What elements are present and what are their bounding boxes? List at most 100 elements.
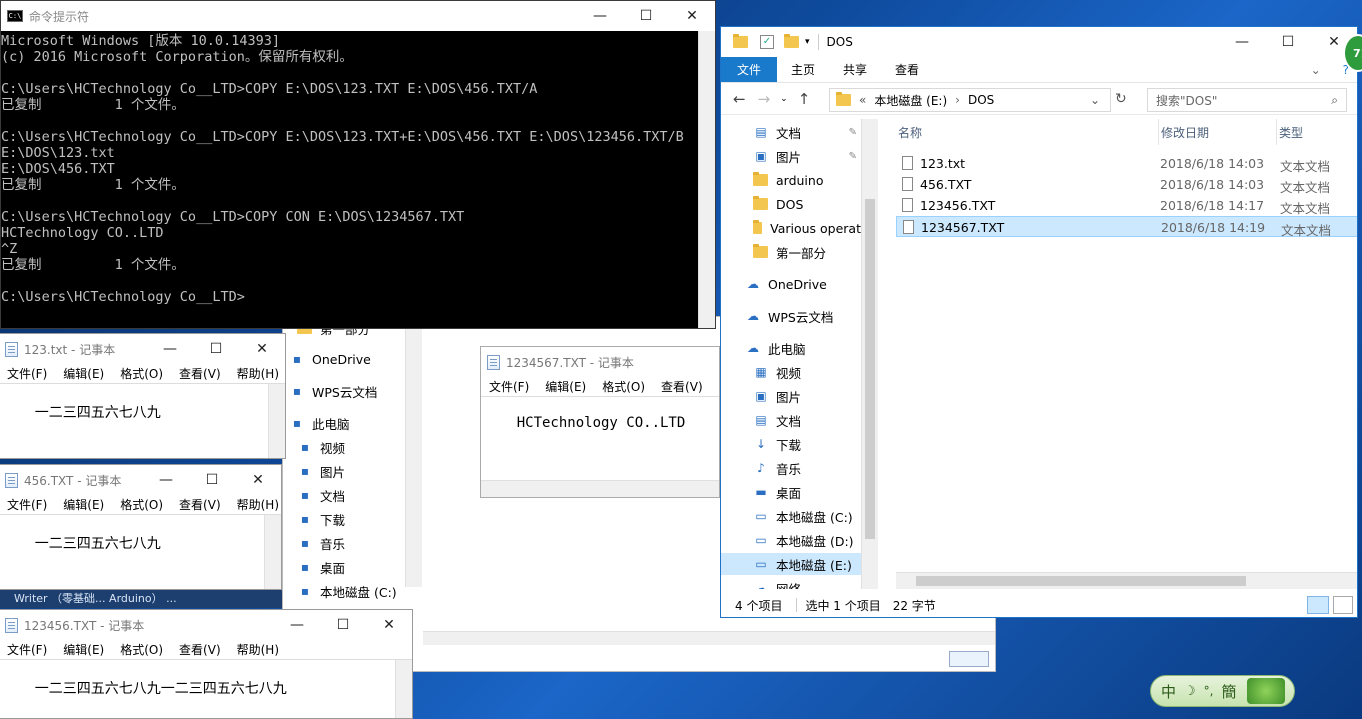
nav-item[interactable]: 第一部分: [721, 241, 861, 263]
nav-item[interactable]: Various operat: [721, 217, 861, 239]
maximize-button[interactable]: ☐: [623, 1, 669, 31]
large-icons-view-button[interactable]: [1333, 596, 1353, 614]
menu-file[interactable]: 文件(F): [0, 641, 55, 658]
title-bar[interactable]: 456.TXT - 记事本 — ☐ ✕: [0, 465, 281, 495]
breadcrumb-separator[interactable]: ›: [955, 93, 960, 107]
background-horizontal-scrollbar[interactable]: [423, 631, 995, 645]
vertical-scrollbar[interactable]: [264, 515, 281, 589]
nav-item[interactable]: ♪ 音乐: [721, 457, 861, 479]
background-view-toggle[interactable]: [949, 651, 989, 667]
file-row[interactable]: 123.txt 2018/6/18 14:03 文本文档: [896, 153, 1357, 174]
close-button[interactable]: ✕: [235, 465, 281, 495]
title-bar[interactable]: 1234567.TXT - 记事本: [481, 347, 719, 377]
input-method-bar[interactable]: 中 ☽ °, 簡: [1150, 675, 1295, 707]
properties-icon[interactable]: ✓: [760, 35, 774, 49]
back-arrow-icon[interactable]: ←: [733, 90, 746, 108]
text-area[interactable]: 一二三四五六七八九: [0, 384, 285, 458]
nav-item[interactable]: ▭ 本地磁盘 (C:): [721, 505, 861, 527]
menu-edit[interactable]: 编辑(E): [55, 365, 112, 382]
breadcrumb-drive[interactable]: 本地磁盘 (E:): [874, 92, 947, 109]
nav-item[interactable]: ▣ 图片: [721, 385, 861, 407]
column-name[interactable]: 名称: [898, 119, 1156, 145]
background-nav-item[interactable]: ▪ 音乐: [297, 532, 345, 554]
background-nav-item[interactable]: ▪ 本地磁盘 (C:): [297, 580, 397, 602]
address-bar[interactable]: « 本地磁盘 (E:) › DOS ⌄: [829, 88, 1111, 112]
nav-item[interactable]: ▤ 文档 ✎: [721, 121, 861, 143]
menu-edit[interactable]: 编辑(E): [537, 378, 594, 395]
close-button[interactable]: ✕: [366, 610, 412, 640]
text-area[interactable]: 一二三四五六七八九一二三四五六七八九: [0, 660, 412, 718]
tab-view[interactable]: 查看: [881, 57, 933, 82]
title-bar[interactable]: 123456.TXT - 记事本 — ☐ ✕: [0, 610, 412, 640]
vertical-scrollbar[interactable]: [698, 31, 715, 328]
file-row[interactable]: 1234567.TXT 2018/6/18 14:19 文本文档: [896, 216, 1357, 238]
ime-chinese-mode[interactable]: 中: [1161, 681, 1176, 702]
vertical-scrollbar[interactable]: [395, 660, 412, 718]
minimize-button[interactable]: —: [1219, 27, 1265, 57]
nav-item[interactable]: ▣ 图片 ✎: [721, 145, 861, 167]
menu-file[interactable]: 文件(F): [0, 496, 55, 513]
horizontal-scrollbar[interactable]: [481, 480, 719, 497]
minimize-button[interactable]: —: [577, 1, 623, 31]
ime-punctuation[interactable]: °,: [1204, 684, 1214, 698]
nav-item[interactable]: ☁ OneDrive: [721, 273, 861, 295]
menu-help[interactable]: 帮: [711, 378, 720, 395]
background-nav-item[interactable]: ▪ 此电脑: [289, 412, 350, 434]
menu-file[interactable]: 文件(F): [481, 378, 537, 395]
customize-toolbar-icon[interactable]: ▾: [805, 37, 810, 47]
menu-edit[interactable]: 编辑(E): [55, 496, 112, 513]
menu-view[interactable]: 查看(V): [171, 496, 229, 513]
maximize-button[interactable]: ☐: [1265, 27, 1311, 57]
forward-arrow-icon[interactable]: →: [758, 90, 771, 108]
navigation-scrollbar-thumb[interactable]: [865, 199, 875, 539]
menu-format[interactable]: 格式(O): [594, 378, 653, 395]
notepad-456-window[interactable]: 456.TXT - 记事本 — ☐ ✕ 文件(F) 编辑(E) 格式(O) 查看…: [0, 464, 282, 590]
ime-traditional[interactable]: 簡: [1222, 681, 1237, 702]
vertical-scrollbar[interactable]: [268, 384, 285, 458]
menu-edit[interactable]: 编辑(E): [55, 641, 112, 658]
nav-item[interactable]: ▤ 文档: [721, 409, 861, 431]
minimize-button[interactable]: —: [147, 334, 193, 364]
refresh-icon[interactable]: ↻: [1115, 91, 1127, 107]
tab-home[interactable]: 主页: [777, 57, 829, 82]
background-nav-item[interactable]: ▪ OneDrive: [289, 348, 371, 370]
address-dropdown-icon[interactable]: ⌄: [1090, 93, 1100, 107]
title-bar[interactable]: C:\ 命令提示符 — ☐ ✕: [1, 1, 715, 31]
nav-item[interactable]: ▬ 桌面: [721, 481, 861, 503]
title-bar[interactable]: ✓ ▾ DOS — ☐ ✕: [721, 27, 1357, 57]
command-prompt-window[interactable]: C:\ 命令提示符 — ☐ ✕ Microsoft Windows [版本 10…: [0, 0, 716, 329]
menu-help[interactable]: 帮助(H): [229, 496, 281, 513]
file-list-horizontal-scrollbar[interactable]: [896, 572, 1357, 589]
nav-item[interactable]: arduino: [721, 169, 861, 191]
maximize-button[interactable]: ☐: [189, 465, 235, 495]
close-button[interactable]: ✕: [669, 1, 715, 31]
menu-format[interactable]: 格式(O): [112, 641, 171, 658]
search-input[interactable]: 搜索"DOS" ⌕: [1147, 88, 1347, 112]
background-nav-scrollbar[interactable]: [405, 317, 422, 587]
maximize-button[interactable]: ☐: [193, 334, 239, 364]
breadcrumb-folder[interactable]: DOS: [968, 93, 994, 107]
menu-view[interactable]: 查看(V): [171, 365, 229, 382]
notepad-123-window[interactable]: 123.txt - 记事本 — ☐ ✕ 文件(F) 编辑(E) 格式(O) 查看…: [0, 333, 286, 459]
column-type[interactable]: 类型: [1276, 119, 1356, 145]
close-button[interactable]: ✕: [239, 334, 285, 364]
nav-item[interactable]: ▭ 本地磁盘 (E:): [721, 553, 861, 575]
notepad-123456-window[interactable]: 123456.TXT - 记事本 — ☐ ✕ 文件(F) 编辑(E) 格式(O)…: [0, 609, 413, 719]
ime-moon-icon[interactable]: ☽: [1184, 684, 1196, 699]
nav-item[interactable]: ▦ 视频: [721, 361, 861, 383]
tab-file[interactable]: 文件: [721, 57, 778, 82]
horizontal-scrollbar-thumb[interactable]: [916, 576, 1246, 586]
up-arrow-icon[interactable]: ↑: [798, 90, 811, 108]
nav-item[interactable]: DOS: [721, 193, 861, 215]
background-nav-item[interactable]: ▪ WPS云文档: [289, 380, 377, 402]
minimize-button[interactable]: —: [143, 465, 189, 495]
background-nav-item[interactable]: ▪ 下载: [297, 508, 345, 530]
recent-locations-icon[interactable]: ⌄: [780, 94, 788, 104]
menu-format[interactable]: 格式(O): [112, 496, 171, 513]
background-nav-item[interactable]: ▪ 文档: [297, 484, 345, 506]
nav-item[interactable]: ☁ 此电脑: [721, 337, 861, 359]
column-date[interactable]: 修改日期: [1158, 119, 1274, 145]
menu-help[interactable]: 帮助(H): [229, 365, 285, 382]
notepad-1234567-window[interactable]: 1234567.TXT - 记事本 文件(F) 编辑(E) 格式(O) 查看(V…: [480, 346, 720, 498]
background-nav-item[interactable]: ▪ 桌面: [297, 556, 345, 578]
